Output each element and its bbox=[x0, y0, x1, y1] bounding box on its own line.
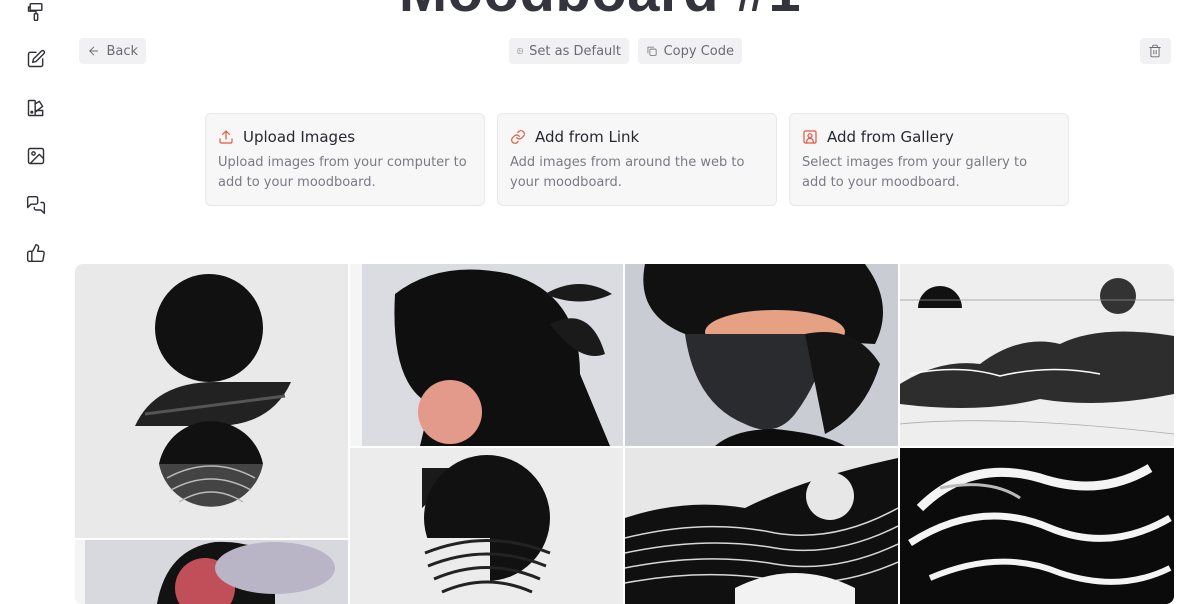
edit-icon[interactable] bbox=[24, 47, 48, 71]
card-description: Add images from around the web to your m… bbox=[510, 155, 745, 190]
gallery-image[interactable] bbox=[900, 264, 1174, 446]
back-button[interactable]: Back bbox=[79, 38, 146, 64]
trash-icon bbox=[1149, 44, 1161, 58]
messages-icon[interactable] bbox=[24, 193, 48, 217]
thumbs-up-icon[interactable] bbox=[24, 241, 48, 265]
arrow-left-icon bbox=[89, 46, 99, 56]
set-default-button[interactable]: Set as Default bbox=[509, 38, 629, 64]
card-title: Add from Gallery bbox=[827, 128, 954, 146]
copy-code-label: Copy Code bbox=[663, 43, 734, 59]
upload-icon bbox=[219, 130, 233, 144]
image-icon[interactable] bbox=[24, 144, 48, 168]
card-description: Select images from your gallery to add t… bbox=[802, 155, 1028, 190]
page-title: Moodboard #1 bbox=[0, 0, 1200, 25]
gallery-image-icon bbox=[803, 130, 817, 144]
set-default-label: Set as Default bbox=[529, 43, 621, 59]
sidebar bbox=[0, 0, 72, 600]
image-icon bbox=[517, 48, 523, 54]
gallery-image[interactable] bbox=[350, 264, 623, 446]
link-icon bbox=[511, 130, 525, 144]
gallery-image[interactable] bbox=[625, 264, 898, 446]
add-from-gallery-card[interactable]: Add from Gallery Select images from your… bbox=[789, 113, 1069, 206]
delete-button[interactable] bbox=[1140, 38, 1171, 64]
gallery-image[interactable] bbox=[75, 264, 348, 538]
gallery-image[interactable] bbox=[900, 448, 1174, 604]
gallery-image[interactable] bbox=[75, 540, 348, 604]
card-title: Add from Link bbox=[535, 128, 640, 146]
moodboard-gallery bbox=[75, 264, 1174, 604]
upload-images-card[interactable]: Upload Images Upload images from your co… bbox=[205, 113, 485, 206]
gallery-image[interactable] bbox=[350, 448, 623, 604]
card-title: Upload Images bbox=[243, 128, 356, 146]
copy-icon bbox=[647, 46, 657, 56]
back-label: Back bbox=[106, 43, 138, 59]
card-description: Upload images from your computer to add … bbox=[218, 155, 467, 190]
add-from-link-card[interactable]: Add from Link Add images from around the… bbox=[497, 113, 777, 206]
copy-code-button[interactable]: Copy Code bbox=[638, 38, 742, 64]
swatch-book-icon[interactable] bbox=[24, 96, 48, 120]
gallery-image[interactable] bbox=[625, 448, 898, 604]
